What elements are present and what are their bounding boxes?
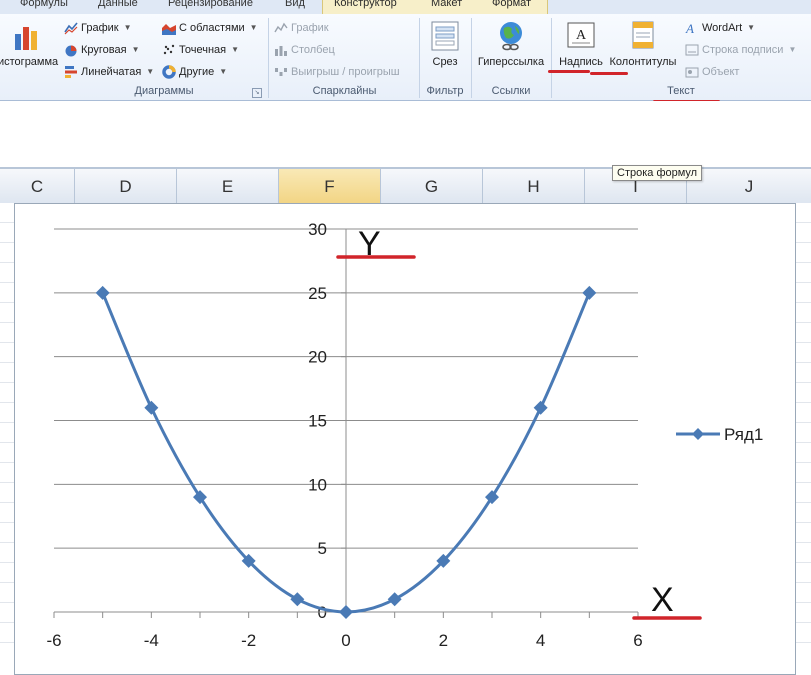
chart-axes: 051015202530-6 -4 -2 0 2 4 6 — [46, 220, 642, 650]
x-tick-label: -6 — [46, 631, 61, 650]
legend-label: Ряд1 — [724, 425, 763, 444]
data-point — [290, 592, 305, 607]
x-tick-label: 4 — [536, 631, 545, 650]
x-tick-label: 0 — [341, 631, 350, 650]
y-tick-label: 10 — [308, 475, 327, 494]
data-point — [387, 592, 402, 607]
x-tick-label: -4 — [144, 631, 159, 650]
data-point — [144, 400, 159, 415]
y-tick-label: 25 — [308, 284, 327, 303]
chart-plot: 051015202530-6 -4 -2 0 2 4 6 Ряд1 Y X — [46, 220, 763, 650]
formula-bar-tooltip: Строка формул — [612, 165, 703, 181]
data-point — [339, 605, 353, 619]
annotation-x-mark: X — [651, 581, 674, 619]
y-tick-label: 15 — [308, 412, 327, 431]
y-tick-label: 20 — [308, 348, 327, 367]
data-point — [533, 400, 548, 415]
y-tick-label: 5 — [318, 539, 327, 558]
legend-swatch-marker — [692, 428, 704, 440]
x-tick-label: 2 — [439, 631, 448, 650]
data-point — [95, 285, 110, 300]
x-tick-label: -2 — [241, 631, 256, 650]
chart-legend[interactable]: Ряд1 — [676, 425, 763, 444]
y-tick-label: 30 — [308, 220, 327, 239]
data-point — [582, 285, 597, 300]
x-tick-label: 6 — [633, 631, 642, 650]
